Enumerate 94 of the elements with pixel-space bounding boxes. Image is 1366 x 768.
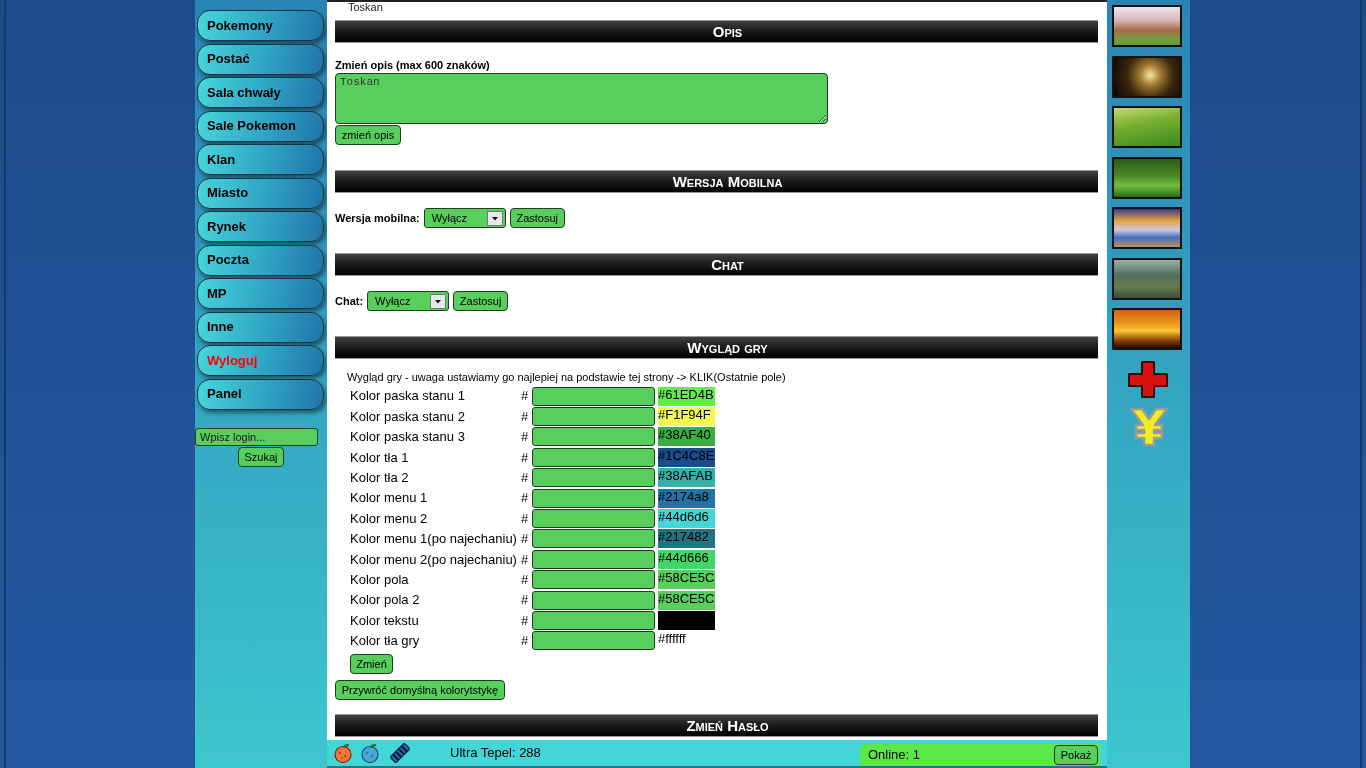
option-dropdown[interactable]: Wyłącz xyxy=(423,208,506,228)
color-code-label: #2174a8 xyxy=(658,488,715,508)
color-input[interactable] xyxy=(532,488,655,508)
change-description-button[interactable]: zmień opis xyxy=(335,125,401,145)
apply-button[interactable]: Zastosuj xyxy=(453,291,509,311)
menu-button[interactable]: Pokemony xyxy=(197,10,324,41)
color-input[interactable] xyxy=(532,549,655,569)
color-setting-label: Kolor paska stanu 2 xyxy=(350,407,466,426)
photo-placeholder[interactable] xyxy=(1112,207,1182,249)
menu-button[interactable]: Rynek xyxy=(197,211,324,242)
section-title: Wersja Mobilna xyxy=(672,171,783,192)
hash-sign: # xyxy=(521,530,530,549)
profile-description-text: Toskan xyxy=(347,2,383,13)
section-title: Chat xyxy=(711,254,744,275)
color-code-label: #38AF40 xyxy=(658,427,715,447)
field-label: Chat: xyxy=(335,293,364,309)
photo-placeholder[interactable] xyxy=(1112,308,1182,350)
color-setting-label: Kolor menu 1 xyxy=(350,489,429,508)
hash-sign: # xyxy=(521,469,530,487)
change-colors-button[interactable]: Zmień xyxy=(350,654,393,675)
color-input[interactable] xyxy=(532,611,655,630)
color-setting-label: Kolor tekstu xyxy=(350,611,420,630)
section-title: Opis xyxy=(712,21,743,42)
restore-default-colors-button[interactable]: Przywróć domyślną kolorytstykę xyxy=(335,680,505,701)
description-textarea[interactable]: Toskan xyxy=(335,73,828,124)
color-input[interactable] xyxy=(532,386,655,406)
color-code-label: #1C4C8E xyxy=(658,447,715,467)
login-search-field[interactable]: Wpisz login... xyxy=(195,427,318,446)
berry-icon xyxy=(360,743,380,763)
photo-placeholder[interactable] xyxy=(1112,257,1182,300)
menu-button[interactable]: Klan xyxy=(197,144,324,175)
hash-sign: # xyxy=(521,387,530,406)
hash-sign: # xyxy=(521,407,530,426)
color-code-label: #44d6d6 xyxy=(658,509,715,529)
menu-button[interactable]: Inne xyxy=(197,311,324,343)
color-setting-label: Kolor pola xyxy=(350,570,410,589)
hash-sign: # xyxy=(521,428,530,447)
hash-sign: # xyxy=(521,570,530,589)
cross-icon[interactable] xyxy=(1127,360,1169,399)
color-setting-label: Kolor menu 1(po najechaniu) xyxy=(350,530,518,549)
menu-button[interactable]: MP xyxy=(197,278,324,309)
color-input[interactable] xyxy=(532,468,655,488)
color-setting-label: Kolor tła 1 xyxy=(350,448,410,467)
color-code-label: #44d666 xyxy=(658,549,715,569)
color-input[interactable] xyxy=(532,590,655,610)
menu-button[interactable]: Sala chwały xyxy=(197,77,324,108)
color-input[interactable] xyxy=(532,570,655,590)
online-count: Online: 1 xyxy=(868,746,921,765)
search-button[interactable]: Szukaj xyxy=(238,446,284,467)
color-setting-label: Kolor menu 2(po najechaniu) xyxy=(350,550,518,569)
field-label: Zmień opis (max 600 znaków) xyxy=(335,59,490,72)
color-setting-label: Kolor paska stanu 3 xyxy=(350,428,466,447)
instruction-text: Wygląd gry - uwaga ustawiamy go najlepiej na podstawie tej strony -> KLIK(Ostatnie pole) xyxy=(347,371,786,384)
hash-sign: # xyxy=(521,591,530,610)
color-input[interactable] xyxy=(532,509,655,529)
menu-button[interactable]: Panel xyxy=(197,378,324,410)
color-code-label: #61ED4B xyxy=(658,386,715,406)
color-input[interactable] xyxy=(532,427,655,447)
photo-placeholder[interactable] xyxy=(1112,55,1182,98)
color-setting-label: Kolor pola 2 xyxy=(350,591,421,610)
menu-button[interactable]: Miasto xyxy=(197,177,324,209)
photo-placeholder[interactable] xyxy=(1112,156,1182,199)
color-input[interactable] xyxy=(532,407,655,427)
apply-button[interactable]: Zastosuj xyxy=(509,208,565,228)
field-label: Wersja mobilna: xyxy=(335,210,420,226)
show-online-button[interactable]: Pokaż xyxy=(1054,745,1098,765)
hash-sign: # xyxy=(521,509,530,528)
hash-sign: # xyxy=(521,489,530,508)
color-code-label: #38AFAB xyxy=(658,468,715,488)
color-code-label: #58CE5C xyxy=(658,590,715,610)
color-input[interactable] xyxy=(532,529,655,549)
color-input[interactable] xyxy=(532,631,655,651)
color-setting-label: Kolor menu 2 xyxy=(350,509,429,528)
color-code-label: #217482 xyxy=(658,529,715,549)
berry-icon xyxy=(333,743,353,763)
color-input[interactable] xyxy=(532,447,655,467)
color-code-label: #58CE5C xyxy=(658,570,715,590)
photo-placeholder[interactable] xyxy=(1112,106,1182,148)
hash-sign: # xyxy=(521,632,530,651)
section-title: Zmień Hasło xyxy=(686,715,769,736)
menu-button[interactable]: Postać xyxy=(197,43,324,75)
menu-button[interactable]: Poczta xyxy=(197,244,324,276)
color-setting-label: Kolor paska stanu 1 xyxy=(350,387,466,406)
color-setting-label: Kolor tła 2 xyxy=(350,469,410,487)
section-title: Wygląd gry xyxy=(687,337,768,358)
menu-button[interactable]: Sale Pokemon xyxy=(197,110,324,142)
option-dropdown[interactable]: Wyłącz xyxy=(367,291,450,311)
photo-placeholder[interactable] xyxy=(1112,5,1182,47)
color-code-label: #F1F94F xyxy=(658,407,715,427)
hash-sign: # xyxy=(521,611,530,630)
currency-counter: Ultra Tepel: 288 xyxy=(450,744,541,763)
hash-sign: # xyxy=(521,550,530,569)
color-setting-label: Kolor tła gry xyxy=(350,632,421,651)
hash-sign: # xyxy=(521,448,530,467)
